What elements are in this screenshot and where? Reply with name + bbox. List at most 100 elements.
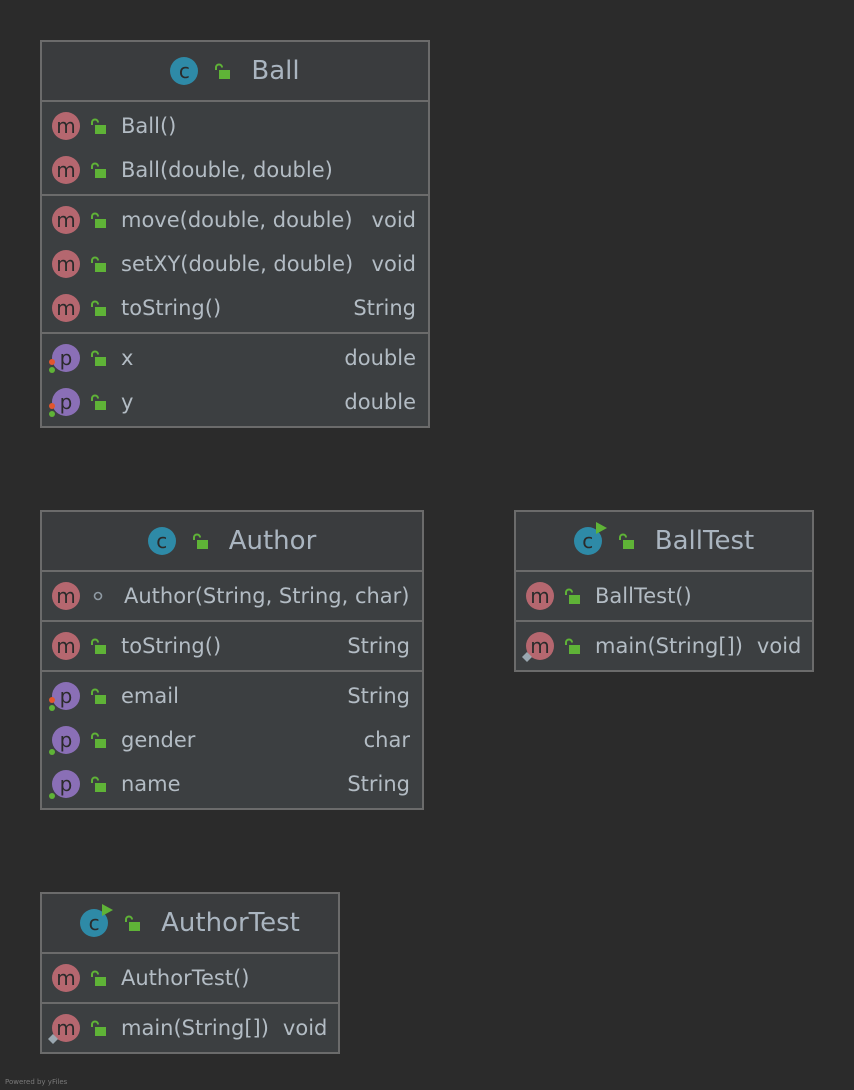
public-lock-icon <box>91 688 106 704</box>
public-lock-icon <box>91 118 106 134</box>
member-type: String <box>353 296 416 320</box>
properties-section: p email String p gender char p name Stri… <box>42 672 422 808</box>
member-type: void <box>282 1016 328 1040</box>
class-header: c AuthorTest <box>42 894 338 954</box>
member-name: y <box>121 390 134 414</box>
property-icon: p <box>49 770 80 799</box>
static-marker-icon <box>522 652 532 662</box>
public-lock-icon <box>192 533 208 549</box>
member-type: void <box>756 634 802 658</box>
member-row[interactable]: m main(String[]) void <box>516 624 812 668</box>
member-row[interactable]: m move(double, double) void <box>42 198 428 242</box>
method-icon: m <box>52 582 80 610</box>
public-lock-icon <box>91 970 106 986</box>
runnable-class-icon: c <box>573 522 607 555</box>
member-type: double <box>344 390 416 414</box>
member-type: void <box>371 252 416 276</box>
member-row[interactable]: p x double <box>42 336 428 380</box>
class-balltest[interactable]: c BallTest m BallTest() m main(String[])… <box>514 510 814 672</box>
constructors-section: m Ball() m Ball(double, double) <box>42 102 428 196</box>
member-type: String <box>347 634 410 658</box>
member-name: setXY(double, double) <box>121 252 354 276</box>
class-ball[interactable]: c Ball m Ball() m Ball(double, double) m… <box>40 40 430 428</box>
member-name: name <box>121 772 181 796</box>
member-name: AuthorTest() <box>121 966 250 990</box>
public-lock-icon <box>91 162 106 178</box>
powered-by-footer: Powered by yFiles <box>5 1078 68 1086</box>
member-name: Ball(double, double) <box>121 158 333 182</box>
member-name: Author(String, String, char) <box>124 584 410 608</box>
member-name: gender <box>121 728 196 752</box>
member-row[interactable]: m main(String[]) void <box>42 1006 338 1050</box>
constructors-section: m BallTest() <box>516 572 812 622</box>
member-type: void <box>371 208 416 232</box>
package-private-icon <box>93 591 103 601</box>
methods-section: m main(String[]) void <box>42 1004 338 1052</box>
public-lock-icon <box>91 394 106 410</box>
member-type: char <box>363 728 410 752</box>
member-row[interactable]: p y double <box>42 380 428 424</box>
method-icon: m <box>526 582 554 610</box>
public-lock-icon <box>125 915 141 931</box>
member-name: main(String[]) <box>121 1016 269 1040</box>
method-icon: m <box>52 112 80 140</box>
public-lock-icon <box>91 638 106 654</box>
static-marker-icon <box>48 1034 58 1044</box>
public-lock-icon <box>618 533 634 549</box>
public-lock-icon <box>91 350 106 366</box>
run-arrow-icon <box>595 522 607 534</box>
member-name: BallTest() <box>595 584 692 608</box>
public-lock-icon <box>91 1020 106 1036</box>
methods-section: m move(double, double) void m setXY(doub… <box>42 196 428 334</box>
public-lock-icon <box>91 212 106 228</box>
member-row[interactable]: m AuthorTest() <box>42 956 338 1000</box>
class-name: AuthorTest <box>161 908 300 938</box>
properties-section: p x double p y double <box>42 334 428 426</box>
property-icon: p <box>49 344 80 373</box>
method-icon: m <box>52 632 80 660</box>
member-row[interactable]: m Ball(double, double) <box>42 148 428 192</box>
constructors-section: m Author(String, String, char) <box>42 572 422 622</box>
member-type: double <box>344 346 416 370</box>
member-row[interactable]: p gender char <box>42 718 422 762</box>
class-header: c Ball <box>42 42 428 102</box>
member-row[interactable]: m Ball() <box>42 104 428 148</box>
constructors-section: m AuthorTest() <box>42 954 338 1004</box>
member-name: main(String[]) <box>595 634 743 658</box>
property-icon: p <box>49 682 80 711</box>
class-name: Ball <box>251 56 300 86</box>
public-lock-icon <box>565 588 580 604</box>
property-icon: p <box>49 388 80 417</box>
member-name: x <box>121 346 134 370</box>
public-lock-icon <box>215 63 231 79</box>
class-header: c BallTest <box>516 512 812 572</box>
method-icon: m <box>52 964 80 992</box>
static-method-icon: m <box>522 632 554 662</box>
runnable-class-icon: c <box>80 904 114 937</box>
member-type: String <box>347 772 410 796</box>
static-method-icon: m <box>48 1014 80 1044</box>
class-authortest[interactable]: c AuthorTest m AuthorTest() m main(Strin… <box>40 892 340 1054</box>
member-row[interactable]: p email String <box>42 674 422 718</box>
member-row[interactable]: m BallTest() <box>516 574 812 618</box>
class-header: c Author <box>42 512 422 572</box>
public-lock-icon <box>565 638 580 654</box>
member-type: String <box>347 684 410 708</box>
member-row[interactable]: m toString() String <box>42 286 428 330</box>
class-icon: c <box>147 527 176 555</box>
methods-section: m toString() String <box>42 622 422 672</box>
member-row[interactable]: m Author(String, String, char) <box>42 574 422 618</box>
method-icon: m <box>52 250 80 278</box>
member-name: move(double, double) <box>121 208 353 232</box>
member-row[interactable]: p name String <box>42 762 422 806</box>
member-name: toString() <box>121 634 222 658</box>
method-icon: m <box>52 294 80 322</box>
class-name: BallTest <box>654 526 755 556</box>
member-name: email <box>121 684 179 708</box>
member-row[interactable]: m toString() String <box>42 624 422 668</box>
member-row[interactable]: m setXY(double, double) void <box>42 242 428 286</box>
method-icon: m <box>52 156 80 184</box>
methods-section: m main(String[]) void <box>516 622 812 670</box>
class-author[interactable]: c Author m Author(String, String, char) … <box>40 510 424 810</box>
class-icon: c <box>170 57 199 85</box>
